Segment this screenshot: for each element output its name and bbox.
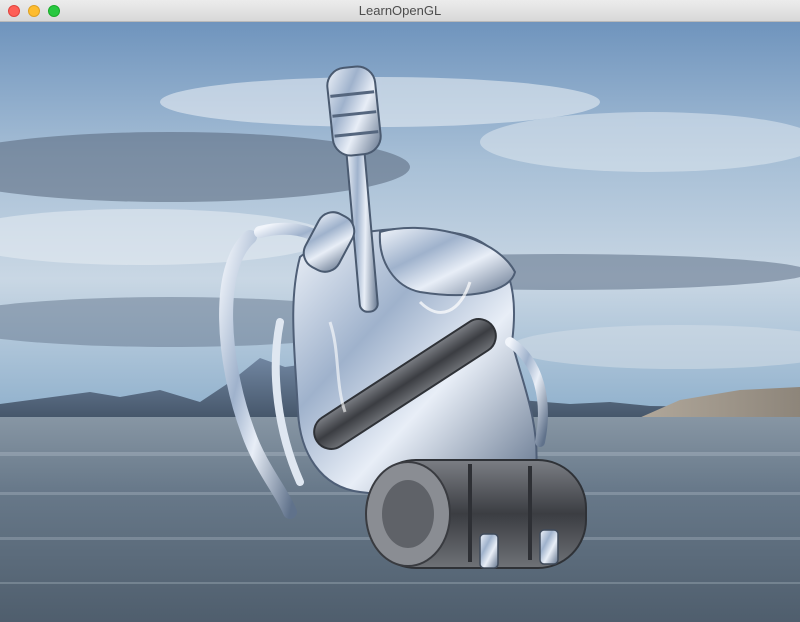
opengl-viewport[interactable] bbox=[0, 22, 800, 622]
window-title: LearnOpenGL bbox=[358, 3, 442, 18]
rendered-scene bbox=[0, 22, 800, 622]
app-window: LearnOpenGL bbox=[0, 0, 800, 622]
title-bar[interactable]: LearnOpenGL bbox=[0, 0, 800, 22]
